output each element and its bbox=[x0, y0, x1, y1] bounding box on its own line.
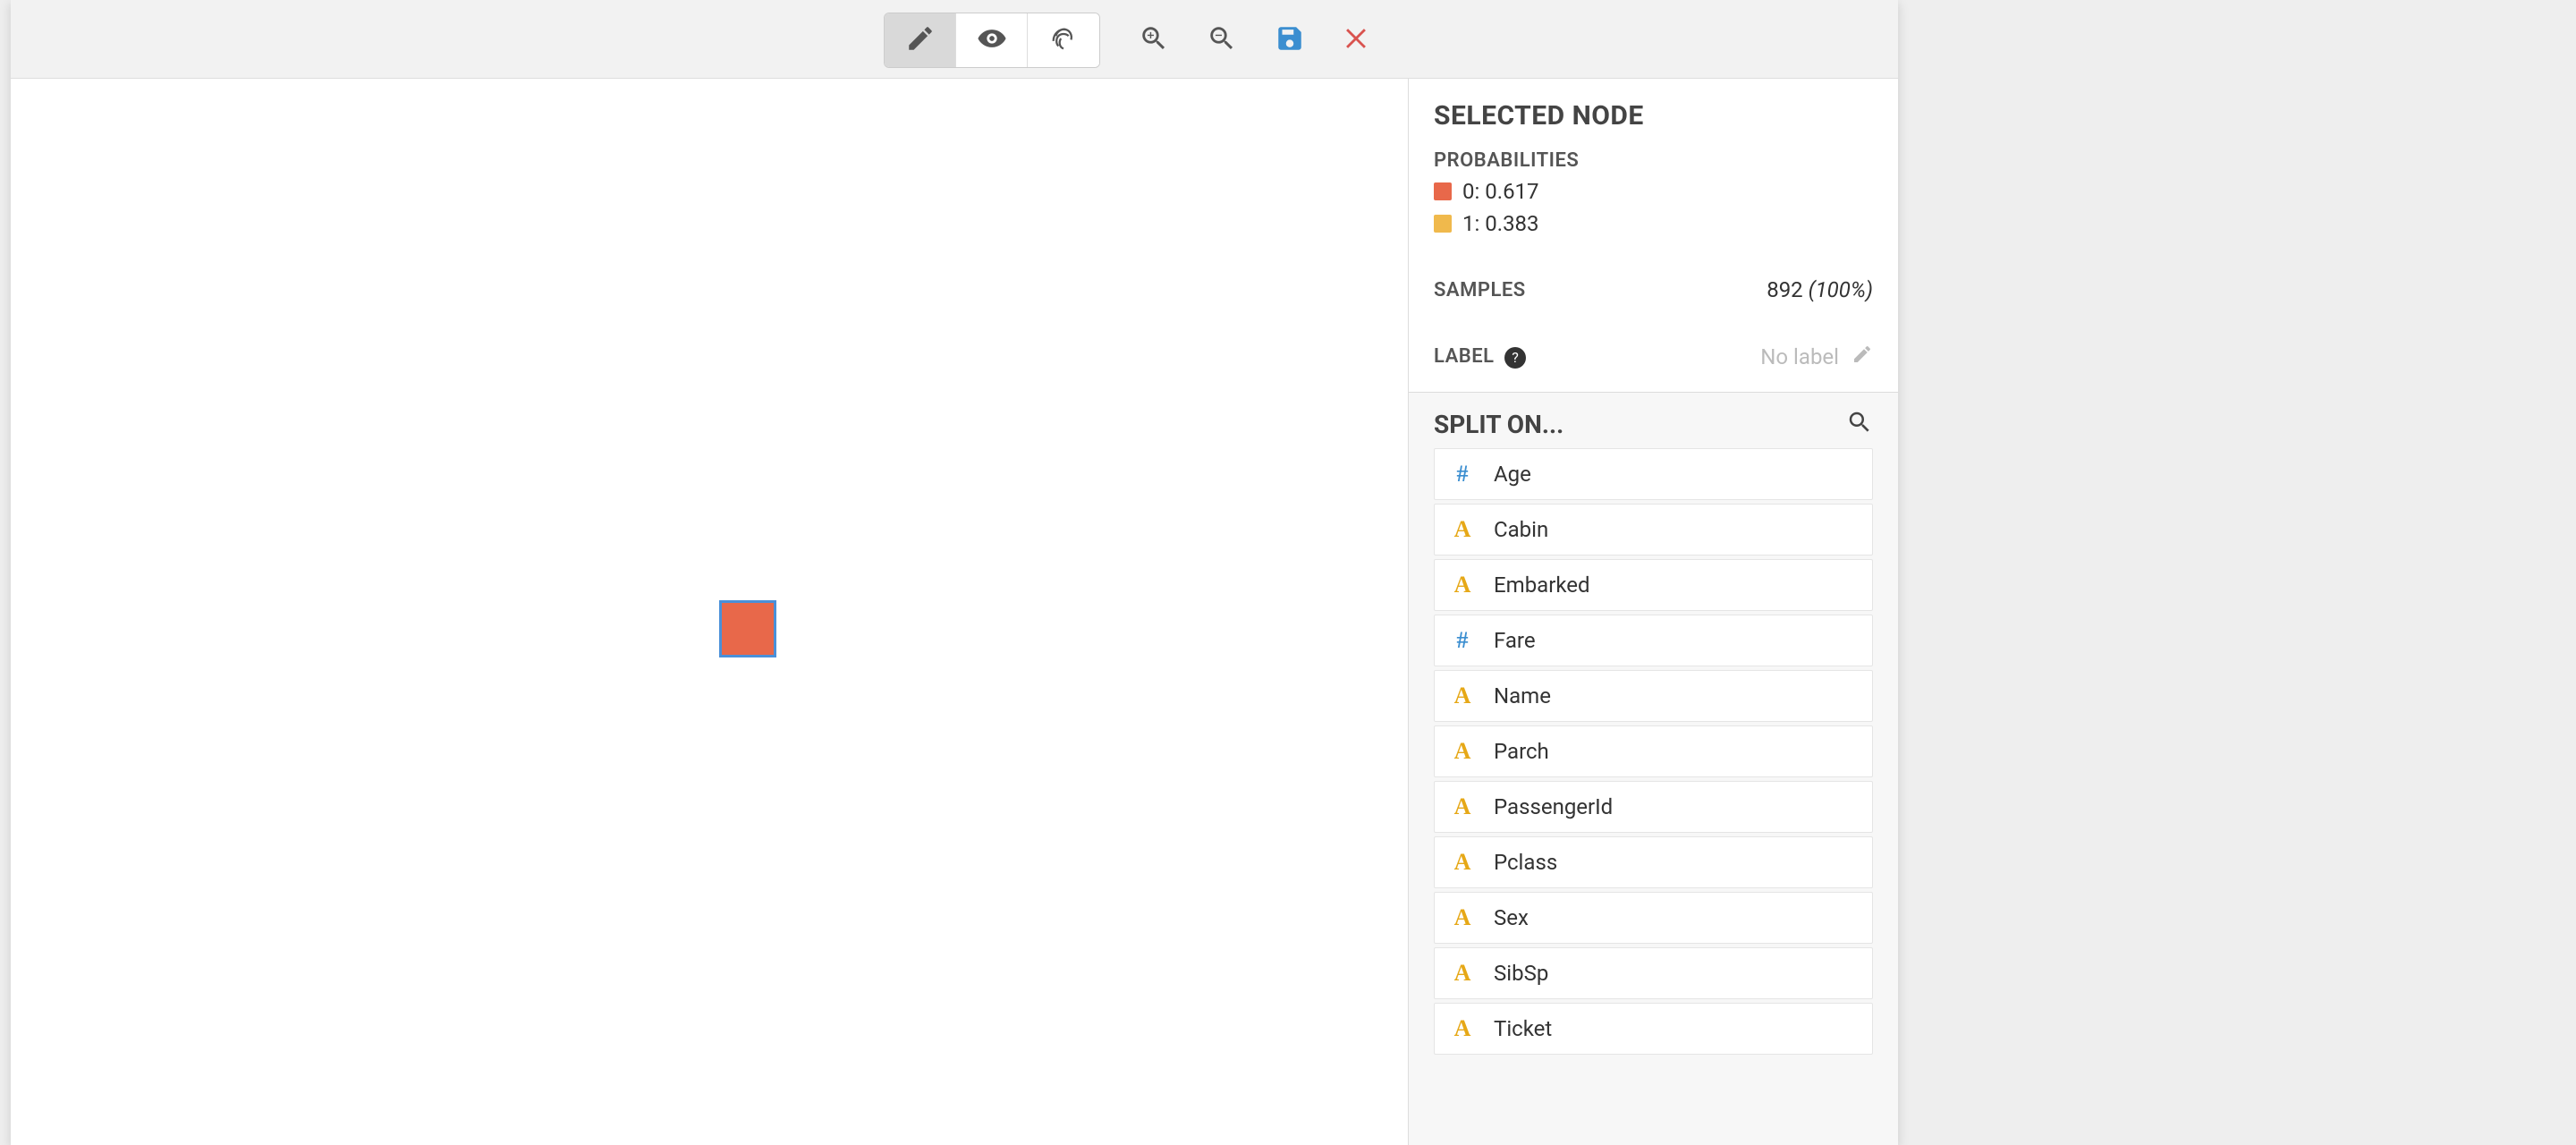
feature-name: SibSp bbox=[1494, 961, 1548, 986]
probability-row: 1: 0.383 bbox=[1434, 211, 1873, 236]
pencil-icon bbox=[905, 23, 936, 57]
edit-label-icon[interactable] bbox=[1852, 344, 1873, 370]
panel-title: SELECTED NODE bbox=[1434, 100, 1873, 131]
string-type-icon: A bbox=[1451, 738, 1474, 765]
body: SELECTED NODE PROBABILITIES 0: 0.617 1: 0… bbox=[11, 79, 1898, 1145]
zoom-in-icon bbox=[1139, 23, 1169, 57]
search-icon[interactable] bbox=[1846, 409, 1873, 439]
fingerprint-icon bbox=[1048, 23, 1079, 57]
feature-name: Name bbox=[1494, 683, 1551, 708]
label-input[interactable]: No label bbox=[1760, 344, 1839, 369]
string-type-icon: A bbox=[1451, 1015, 1474, 1042]
feature-name: Cabin bbox=[1494, 517, 1548, 542]
samples-label: SAMPLES bbox=[1434, 279, 1526, 301]
label-label: LABEL ? bbox=[1434, 345, 1526, 369]
probability-text: 1: 0.383 bbox=[1462, 211, 1539, 236]
zoom-in-button[interactable] bbox=[1125, 13, 1182, 67]
feature-name: Age bbox=[1494, 462, 1531, 487]
feature-item[interactable]: A Embarked bbox=[1434, 559, 1873, 611]
string-type-icon: A bbox=[1451, 849, 1474, 876]
help-icon[interactable]: ? bbox=[1504, 347, 1526, 369]
numeric-type-icon: # bbox=[1451, 627, 1474, 654]
sidebar: SELECTED NODE PROBABILITIES 0: 0.617 1: 0… bbox=[1408, 79, 1898, 1145]
save-button[interactable] bbox=[1261, 13, 1318, 67]
feature-item[interactable]: A Name bbox=[1434, 670, 1873, 722]
feature-name: Ticket bbox=[1494, 1016, 1552, 1041]
numeric-type-icon: # bbox=[1451, 461, 1474, 488]
close-button[interactable] bbox=[1329, 13, 1386, 67]
split-panel: SPLIT ON... # Age A Cabin A Embarked # Fare A Nam… bbox=[1409, 392, 1898, 1145]
feature-item[interactable]: A Pclass bbox=[1434, 836, 1873, 888]
toolbar bbox=[11, 0, 1898, 79]
zoom-out-button[interactable] bbox=[1193, 13, 1250, 67]
selected-node-panel: SELECTED NODE PROBABILITIES 0: 0.617 1: 0… bbox=[1409, 79, 1898, 392]
eye-icon bbox=[977, 23, 1007, 57]
tree-canvas[interactable] bbox=[11, 79, 1408, 1145]
feature-item[interactable]: # Fare bbox=[1434, 615, 1873, 666]
string-type-icon: A bbox=[1451, 793, 1474, 820]
auto-layout-button[interactable] bbox=[1028, 13, 1099, 67]
feature-item[interactable]: A Sex bbox=[1434, 892, 1873, 944]
feature-item[interactable]: A PassengerId bbox=[1434, 781, 1873, 833]
view-mode-button[interactable] bbox=[956, 13, 1028, 67]
tree-node[interactable] bbox=[719, 600, 776, 657]
feature-name: PassengerId bbox=[1494, 794, 1613, 819]
feature-item[interactable]: A Ticket bbox=[1434, 1003, 1873, 1055]
string-type-icon: A bbox=[1451, 572, 1474, 598]
feature-item[interactable]: A Parch bbox=[1434, 725, 1873, 777]
class-swatch bbox=[1434, 215, 1452, 233]
close-icon bbox=[1343, 23, 1373, 57]
probability-row: 0: 0.617 bbox=[1434, 179, 1873, 204]
samples-value: 892 (100%) bbox=[1767, 277, 1873, 302]
feature-name: Fare bbox=[1494, 628, 1536, 653]
feature-list: # Age A Cabin A Embarked # Fare A Name A Parch A Pass… bbox=[1434, 448, 1873, 1055]
string-type-icon: A bbox=[1451, 683, 1474, 709]
split-title: SPLIT ON... bbox=[1434, 410, 1563, 439]
string-type-icon: A bbox=[1451, 960, 1474, 987]
edit-mode-button[interactable] bbox=[885, 13, 956, 67]
app-window: SELECTED NODE PROBABILITIES 0: 0.617 1: 0… bbox=[11, 0, 1898, 1145]
feature-item[interactable]: A Cabin bbox=[1434, 504, 1873, 556]
feature-name: Sex bbox=[1494, 905, 1529, 930]
feature-item[interactable]: A SibSp bbox=[1434, 947, 1873, 999]
probabilities-label: PROBABILITIES bbox=[1434, 149, 1873, 172]
class-swatch bbox=[1434, 182, 1452, 200]
zoom-out-icon bbox=[1207, 23, 1237, 57]
feature-name: Parch bbox=[1494, 739, 1549, 764]
string-type-icon: A bbox=[1451, 904, 1474, 931]
mode-button-group bbox=[884, 13, 1100, 68]
feature-name: Pclass bbox=[1494, 850, 1557, 875]
probability-text: 0: 0.617 bbox=[1462, 179, 1539, 204]
feature-item[interactable]: # Age bbox=[1434, 448, 1873, 500]
save-icon bbox=[1275, 23, 1305, 57]
string-type-icon: A bbox=[1451, 516, 1474, 543]
feature-name: Embarked bbox=[1494, 572, 1590, 598]
